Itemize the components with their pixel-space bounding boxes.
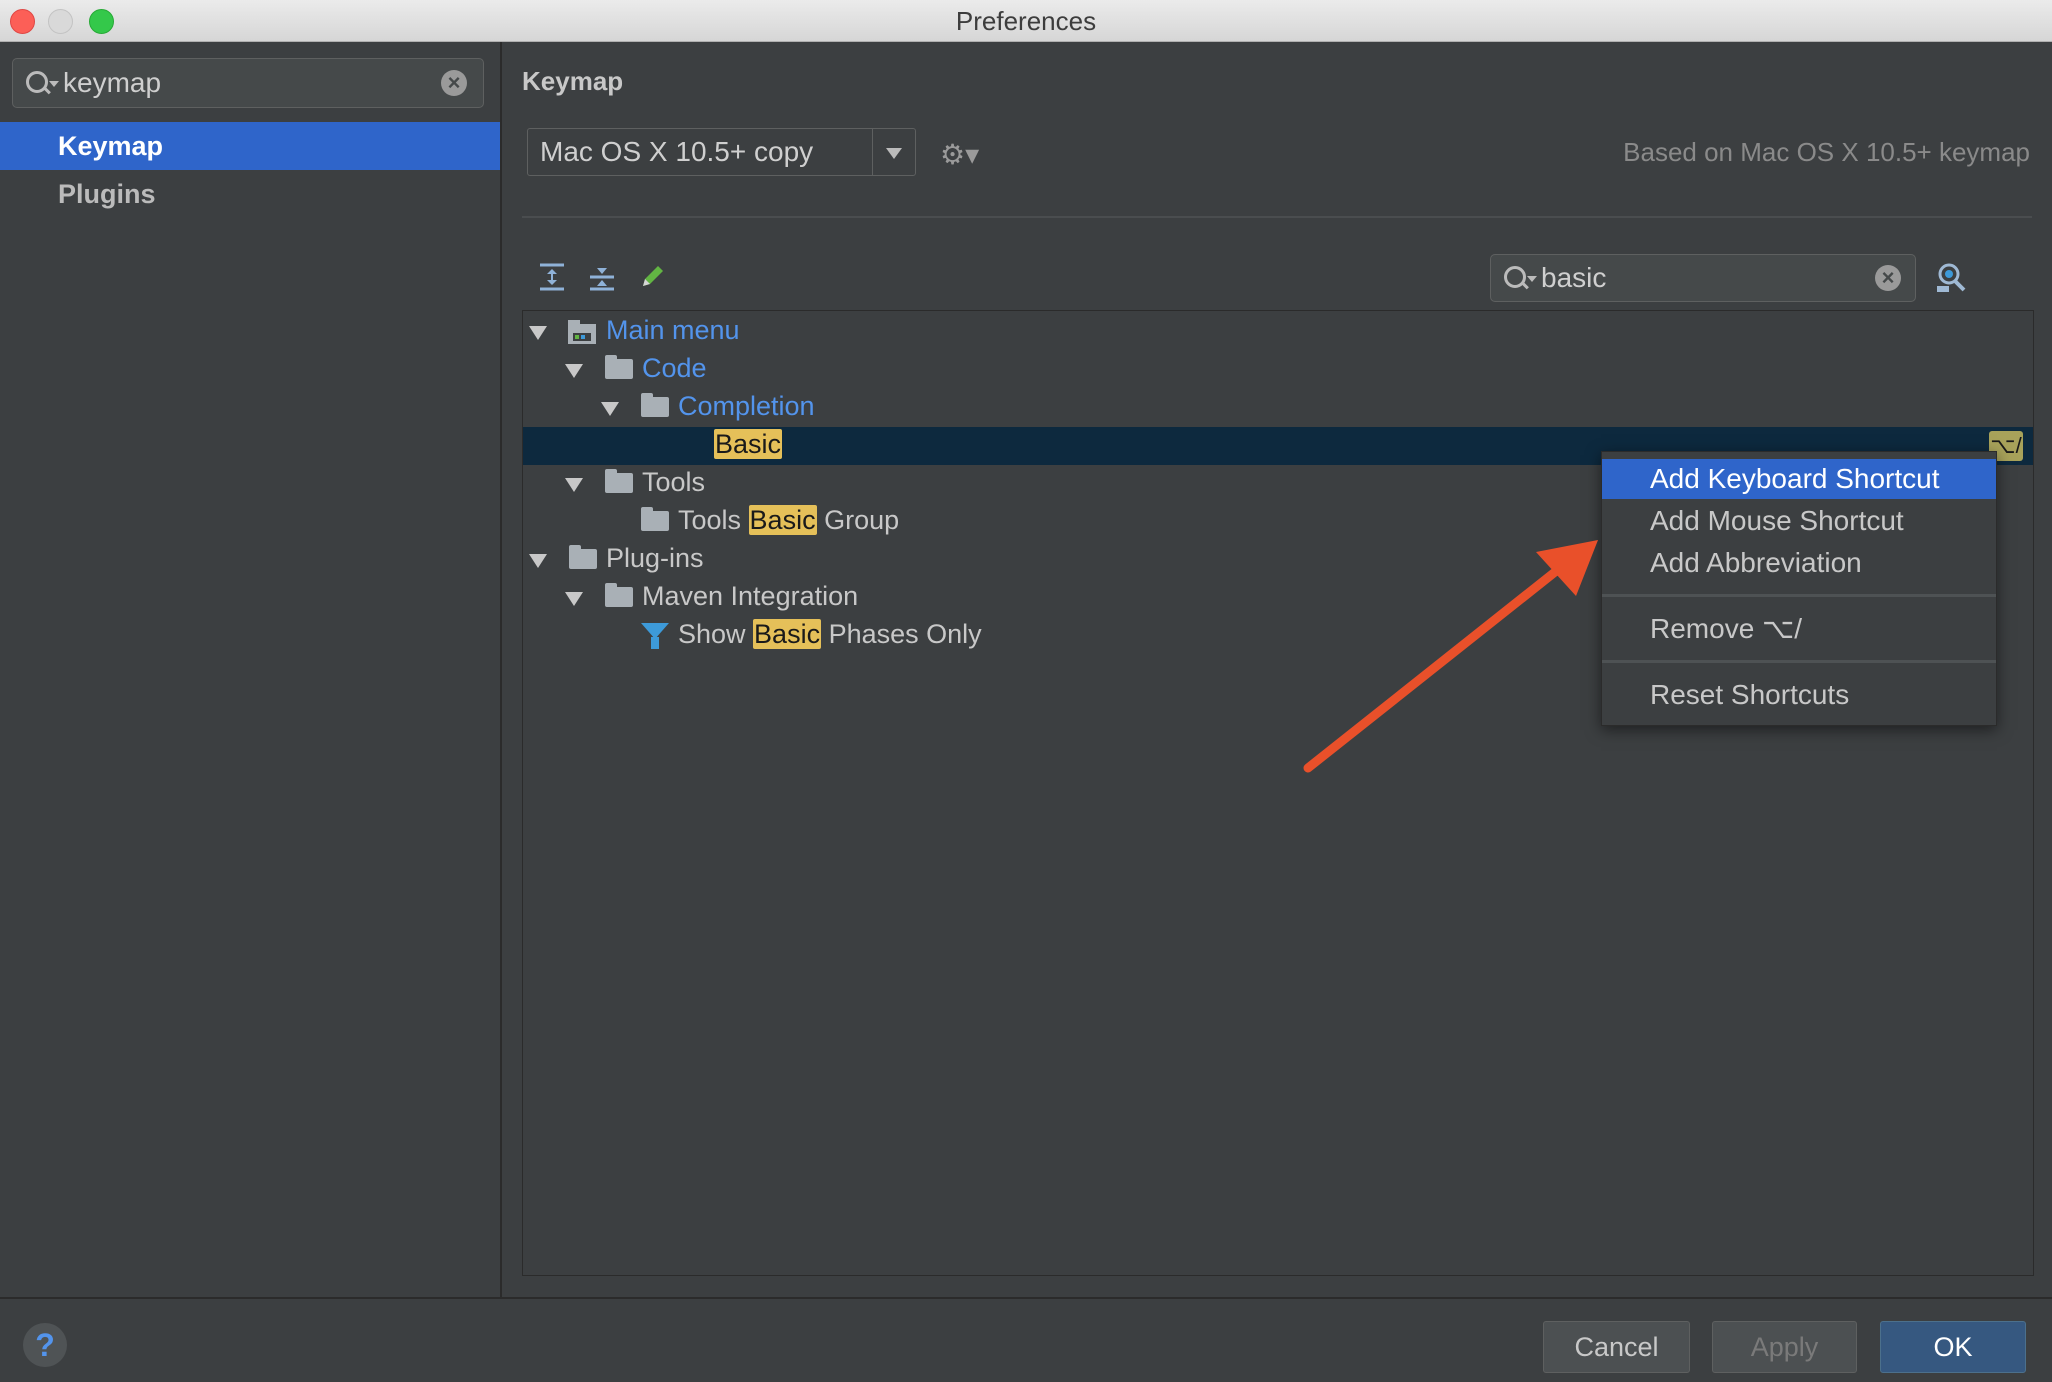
apply-button[interactable]: Apply xyxy=(1712,1321,1857,1373)
keymap-select-value[interactable]: Mac OS X 10.5+ copy xyxy=(540,136,813,168)
clear-filter-icon[interactable]: × xyxy=(1875,265,1901,291)
tree-label: Plug-ins xyxy=(606,543,704,573)
search-icon xyxy=(26,71,48,93)
sidebar-item-keymap[interactable]: Keymap xyxy=(0,122,500,170)
tree-label: Tools Basic Group xyxy=(678,505,900,535)
expand-arrow-icon[interactable] xyxy=(565,364,583,378)
edit-shortcut-icon[interactable] xyxy=(637,262,667,292)
search-history-dropdown-icon[interactable] xyxy=(49,81,59,87)
folder-icon xyxy=(605,355,633,379)
menu-item-add-keyboard-shortcut[interactable]: Add Keyboard Shortcut xyxy=(1602,459,1996,499)
cancel-button[interactable]: Cancel xyxy=(1543,1321,1690,1373)
expand-arrow-icon[interactable] xyxy=(565,478,583,492)
ok-button[interactable]: OK xyxy=(1880,1321,2026,1373)
title-bar: Preferences xyxy=(0,0,2052,42)
menu-item-add-abbreviation[interactable]: Add Abbreviation xyxy=(1602,543,1996,583)
tree-label: Completion xyxy=(678,391,815,421)
window-title: Preferences xyxy=(955,6,1097,36)
tree-label: Maven Integration xyxy=(642,581,859,611)
clear-search-icon[interactable]: × xyxy=(441,70,467,96)
tree-row-code[interactable]: Code xyxy=(523,351,2033,389)
expand-arrow-icon[interactable] xyxy=(529,554,547,568)
tree-label: Main menu xyxy=(606,315,740,345)
folder-icon xyxy=(605,469,633,493)
help-button[interactable]: ? xyxy=(23,1323,67,1367)
tree-row-main-menu[interactable]: Main menu xyxy=(523,313,2033,351)
find-by-shortcut-icon[interactable] xyxy=(1935,260,1969,294)
expand-all-icon[interactable] xyxy=(537,262,567,292)
annotation-arrow-icon xyxy=(1303,540,1598,773)
context-menu: Add Keyboard Shortcut Add Mouse Shortcut… xyxy=(1601,451,1997,726)
action-filter-value[interactable]: basic xyxy=(1541,262,1606,294)
expand-arrow-icon[interactable] xyxy=(601,402,619,416)
tree-label: Tools xyxy=(642,467,706,497)
search-icon xyxy=(1504,266,1526,288)
main-menu-icon xyxy=(568,320,596,344)
settings-search-value[interactable]: keymap xyxy=(63,67,161,99)
folder-icon xyxy=(605,583,633,607)
action-filter-field[interactable]: basic × xyxy=(1490,254,1916,302)
based-on-label: Based on Mac OS X 10.5+ keymap xyxy=(1623,137,2030,167)
gear-icon[interactable]: ⚙▾ xyxy=(940,138,979,171)
keymap-select[interactable]: Mac OS X 10.5+ copy xyxy=(527,128,916,176)
tree-label: Code xyxy=(642,353,707,383)
expand-arrow-icon[interactable] xyxy=(565,592,583,606)
tree-label: Show Basic Phases Only xyxy=(678,619,982,649)
menu-separator xyxy=(1602,660,1996,663)
folder-icon xyxy=(569,545,597,569)
menu-item-remove-shortcut[interactable]: Remove ⌥/ xyxy=(1602,609,1996,649)
divider xyxy=(522,216,2032,218)
footer: ? Cancel Apply OK xyxy=(0,1297,2052,1382)
folder-icon xyxy=(641,507,669,531)
menu-item-add-mouse-shortcut[interactable]: Add Mouse Shortcut xyxy=(1602,501,1996,541)
tree-label: Basic xyxy=(714,429,783,459)
collapse-all-icon[interactable] xyxy=(587,262,617,292)
menu-separator xyxy=(1602,594,1996,597)
sidebar: keymap × Keymap Plugins xyxy=(0,42,502,1297)
page-title: Keymap xyxy=(522,66,624,96)
menu-item-reset-shortcuts[interactable]: Reset Shortcuts xyxy=(1602,675,1996,715)
expand-arrow-icon[interactable] xyxy=(529,326,547,340)
settings-search-field[interactable]: keymap × xyxy=(12,58,484,108)
folder-icon xyxy=(641,393,669,417)
tree-row-completion[interactable]: Completion xyxy=(523,389,2033,427)
sidebar-item-plugins[interactable]: Plugins xyxy=(0,170,500,218)
search-history-dropdown-icon[interactable] xyxy=(1527,276,1537,282)
filter-icon xyxy=(641,623,669,649)
chevron-down-icon[interactable] xyxy=(872,129,915,175)
